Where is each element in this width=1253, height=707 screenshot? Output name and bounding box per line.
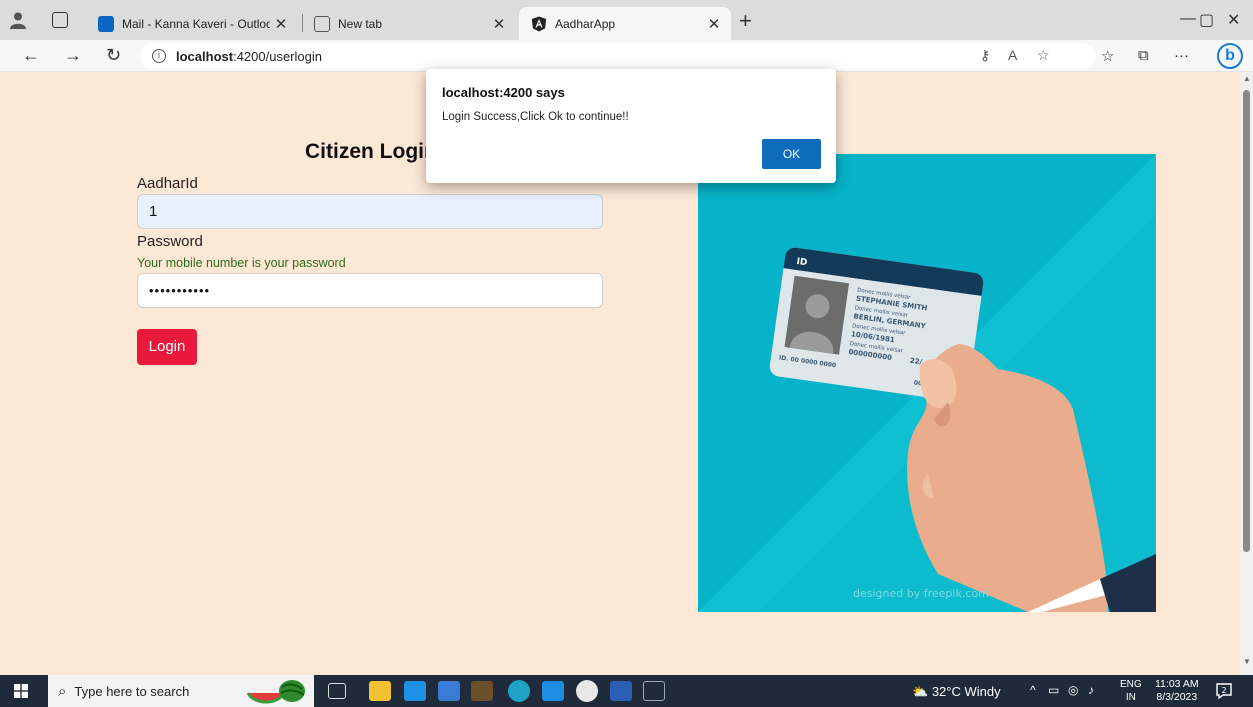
taskbar-search-box[interactable]: ⌕ Type here to search: [48, 675, 314, 707]
network-icon[interactable]: ◎: [1068, 683, 1078, 697]
tab-title: Mail - Kanna Kaveri - Outlook: [122, 16, 270, 31]
lang-top: ENG: [1120, 679, 1142, 690]
minimize-button[interactable]: —: [1180, 10, 1196, 28]
tab-title: New tab: [338, 16, 383, 31]
read-aloud-icon[interactable]: A: [1008, 47, 1017, 63]
address-bar[interactable]: i localhost:4200/userlogin ⚷ A ☆: [140, 43, 1095, 69]
scroll-thumb[interactable]: [1243, 90, 1250, 552]
store-icon[interactable]: [438, 681, 460, 701]
url-path: :4200/userlogin: [233, 48, 322, 64]
restore-button[interactable]: ▢: [1199, 10, 1214, 30]
back-arrow-icon[interactable]: ←: [22, 45, 40, 66]
browser-toolbar: ← → ↻ i localhost:4200/userlogin ⚷ A ☆ ☆…: [0, 40, 1253, 72]
tab-actions-icon[interactable]: [52, 12, 68, 28]
new-tab-page-icon: [314, 15, 330, 32]
lang-bottom: IN: [1125, 692, 1136, 703]
favorite-star-icon[interactable]: ☆: [1037, 47, 1050, 64]
game-app-icon[interactable]: [471, 681, 493, 701]
refresh-icon[interactable]: ↻: [106, 45, 121, 66]
snipping-tool-icon[interactable]: [643, 681, 665, 701]
password-label: Password: [137, 233, 203, 250]
notification-center-icon[interactable]: 2: [1215, 682, 1233, 700]
word-icon[interactable]: [610, 681, 632, 701]
ok-button[interactable]: OK: [762, 139, 821, 169]
more-menu-icon[interactable]: ···: [1174, 47, 1189, 64]
chrome-icon[interactable]: [576, 680, 598, 702]
scroll-down-icon[interactable]: ▼: [1243, 657, 1251, 666]
browser-tab-strip: Mail - Kanna Kaveri - Outlook ✕ New tab …: [0, 0, 1253, 40]
page-title: Citizen Login: [305, 140, 437, 163]
card-header: ID: [796, 257, 808, 268]
volume-icon[interactable]: ♪: [1088, 683, 1094, 697]
weather-widget[interactable]: ⛅ 32°C Windy: [912, 684, 1001, 700]
file-explorer-icon[interactable]: [369, 681, 391, 701]
mail-icon[interactable]: [404, 681, 426, 701]
password-hint: Your mobile number is your password: [137, 256, 346, 270]
clock-date: 8/3/2023: [1156, 691, 1198, 703]
show-hidden-icons-icon[interactable]: ^: [1030, 683, 1036, 697]
login-button[interactable]: Login: [137, 329, 197, 365]
battery-icon[interactable]: ▭: [1048, 683, 1059, 697]
password-key-icon[interactable]: ⚷: [980, 47, 990, 64]
forward-arrow-icon[interactable]: →: [64, 45, 82, 66]
watermelon-icon: [246, 680, 305, 704]
clock[interactable]: 11:03 AM 8/3/2023: [1155, 678, 1199, 704]
aadhar-id-input[interactable]: 1: [137, 194, 603, 229]
close-icon[interactable]: ✕: [270, 15, 292, 33]
url-text: localhost:4200/userlogin: [176, 49, 322, 64]
notification-count: 2: [1221, 686, 1226, 695]
tab-outlook[interactable]: Mail - Kanna Kaveri - Outlook ✕: [86, 7, 298, 40]
language-indicator[interactable]: ENG IN: [1120, 678, 1142, 704]
favorites-icon[interactable]: ☆: [1101, 47, 1114, 65]
new-tab-button[interactable]: +: [739, 8, 752, 34]
angular-icon: [531, 16, 547, 31]
site-info-icon[interactable]: i: [152, 49, 166, 63]
close-icon[interactable]: ✕: [488, 15, 510, 33]
alert-dialog: localhost:4200 says Login Success,Click …: [426, 69, 836, 183]
edge-browser-icon[interactable]: [508, 680, 530, 702]
tab-aadharapp[interactable]: AadharApp ✕: [519, 7, 731, 40]
windows-taskbar: ⌕ Type here to search ⛅ 32°C Windy ^ ▭ ◎…: [0, 675, 1253, 707]
bing-chat-icon[interactable]: b: [1217, 43, 1243, 69]
close-window-button[interactable]: ✕: [1227, 10, 1240, 30]
collections-icon[interactable]: ⧉: [1138, 47, 1149, 64]
page-scrollbar[interactable]: ▲ ▼: [1240, 72, 1253, 675]
task-view-icon[interactable]: [328, 683, 346, 699]
weather-icon: ⛅: [912, 684, 932, 699]
windows-start-icon[interactable]: [14, 684, 28, 698]
aadhar-label: AadharId: [137, 175, 198, 192]
search-icon: ⌕: [58, 682, 67, 700]
alert-message: Login Success,Click Ok to continue!!: [442, 111, 629, 123]
tab-title: AadharApp: [555, 16, 616, 31]
id-card-illustration: ID Donec mollis velsar STEPHANIE SMITH D…: [698, 154, 1156, 612]
weather-text: 32°C Windy: [931, 684, 1001, 699]
scroll-up-icon[interactable]: ▲: [1243, 74, 1251, 83]
profile-icon[interactable]: [8, 10, 28, 30]
outlook-icon: [98, 15, 114, 32]
tab-new-tab[interactable]: New tab ✕: [302, 7, 516, 40]
url-host: localhost: [176, 48, 234, 64]
vscode-icon[interactable]: [542, 681, 564, 701]
alert-title: localhost:4200 says: [442, 85, 565, 100]
clock-time: 11:03 AM: [1155, 678, 1199, 690]
freepik-credit: designed by freepik.com: [853, 587, 989, 600]
close-icon[interactable]: ✕: [703, 15, 725, 33]
password-input[interactable]: •••••••••••: [137, 273, 603, 308]
search-placeholder: Type here to search: [74, 683, 190, 699]
